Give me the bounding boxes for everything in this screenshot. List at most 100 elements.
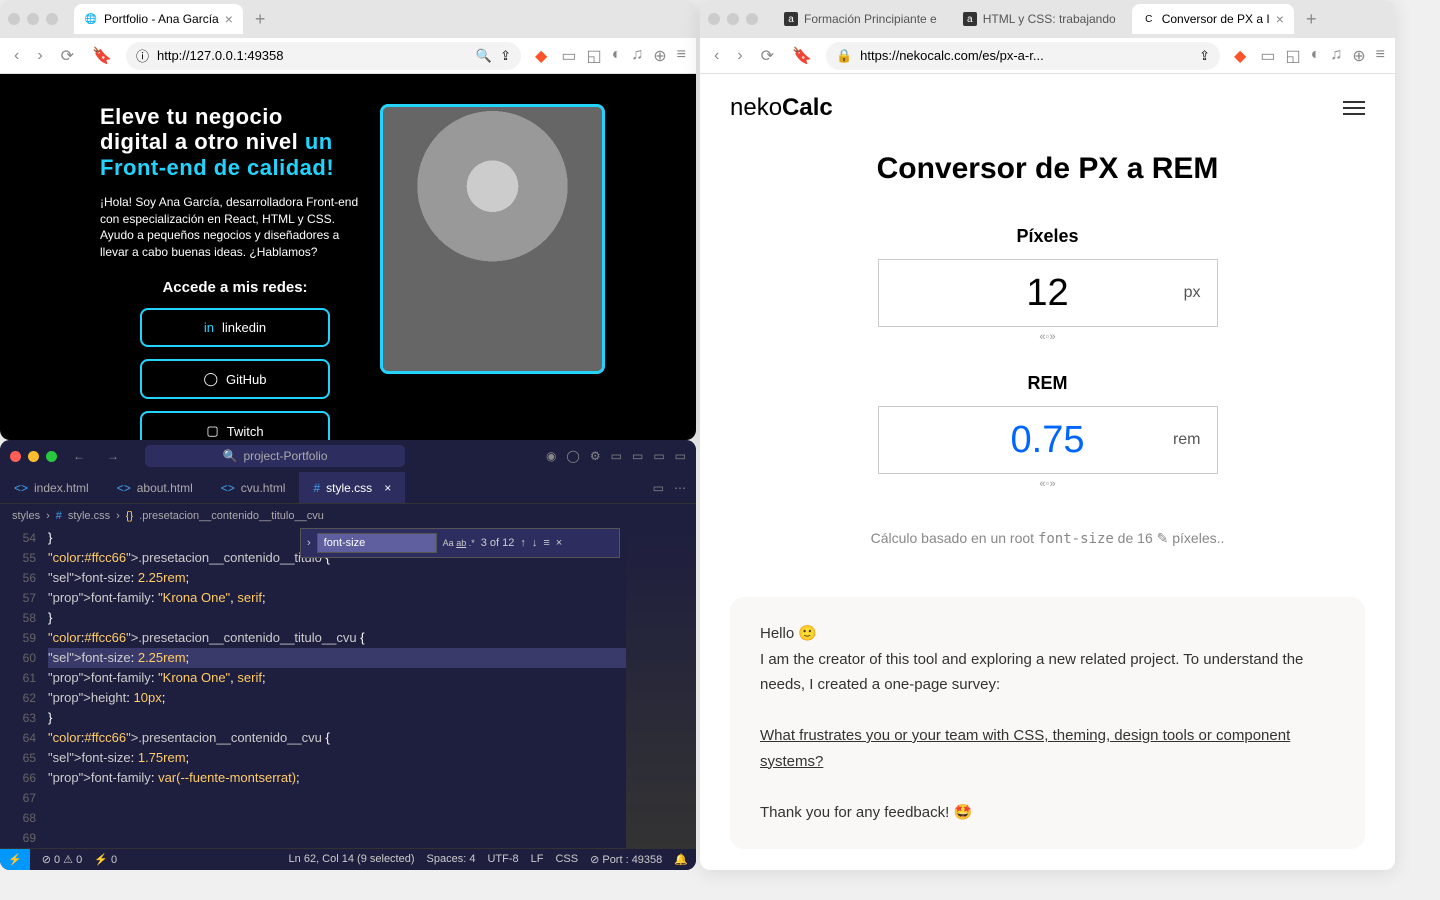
- close-icon[interactable]: [10, 451, 21, 462]
- prev-match-icon[interactable]: ↑: [520, 537, 526, 549]
- music-icon[interactable]: ♫: [1330, 46, 1342, 66]
- split-icon[interactable]: ▭: [653, 481, 664, 495]
- ports[interactable]: ⚡ 0: [94, 853, 117, 866]
- close-find-icon[interactable]: ×: [556, 537, 562, 549]
- layout-icon[interactable]: ▭: [632, 449, 643, 463]
- slider-icon[interactable]: «◦»: [878, 331, 1218, 343]
- tab-cvu[interactable]: <>cvu.html: [207, 472, 300, 503]
- close-tab-icon[interactable]: ×: [1276, 11, 1284, 27]
- share-icon[interactable]: ⇪: [500, 48, 511, 64]
- back-button[interactable]: ‹: [710, 47, 723, 65]
- twitch-button[interactable]: ▢Twitch: [140, 411, 330, 440]
- browser-tab[interactable]: 🌐 Portfolio - Ana García ×: [74, 4, 243, 34]
- wallet-icon[interactable]: ◱: [586, 46, 601, 66]
- maximize-icon[interactable]: [746, 13, 758, 25]
- vpn-icon[interactable]: ◐: [612, 46, 622, 66]
- cursor-position[interactable]: Ln 62, Col 14 (9 selected): [289, 853, 415, 866]
- minimize-icon[interactable]: [27, 13, 39, 25]
- problems[interactable]: ⊘ 0 ⚠ 0: [42, 853, 82, 866]
- sidebar-icon[interactable]: ▭: [561, 46, 576, 66]
- rem-input[interactable]: 0.75 rem: [878, 406, 1218, 474]
- browser-tab[interactable]: aHTML y CSS: trabajando: [953, 4, 1126, 34]
- brave-icon[interactable]: ◆: [531, 46, 551, 66]
- share-icon[interactable]: ⇪: [1199, 48, 1210, 64]
- forward-button[interactable]: ›: [33, 47, 46, 65]
- editor[interactable]: › Aa ab .* 3 of 12 ↑ ↓ ≡ × 5455565758596…: [0, 528, 696, 848]
- reload-button[interactable]: ⟳: [57, 46, 78, 66]
- copilot-icon[interactable]: ◉: [546, 449, 556, 463]
- card-thanks: Thank you for any feedback! 🤩: [760, 800, 1335, 826]
- download-icon[interactable]: ⊕: [653, 46, 666, 66]
- minimize-icon[interactable]: [727, 13, 739, 25]
- close-tab-icon[interactable]: ×: [225, 11, 233, 27]
- gear-icon[interactable]: ⚙: [590, 449, 601, 463]
- command-center[interactable]: 🔍project-Portfolio: [145, 445, 405, 467]
- find-input[interactable]: [317, 533, 437, 553]
- music-icon[interactable]: ♫: [631, 46, 643, 66]
- forward-button[interactable]: →: [107, 449, 119, 463]
- tab-index[interactable]: <>index.html: [0, 472, 103, 503]
- forward-button[interactable]: ›: [733, 47, 746, 65]
- chevron-icon[interactable]: ›: [307, 537, 311, 549]
- linkedin-button[interactable]: inlinkedin: [140, 308, 330, 347]
- survey-link[interactable]: What frustrates you or your team with CS…: [760, 723, 1335, 774]
- maximize-icon[interactable]: [46, 451, 57, 462]
- indentation[interactable]: Spaces: 4: [427, 853, 476, 866]
- title-line2: digital a otro nivel: [100, 129, 305, 154]
- next-match-icon[interactable]: ↓: [532, 537, 538, 549]
- menu-button[interactable]: [1343, 101, 1365, 115]
- close-icon[interactable]: [708, 13, 720, 25]
- url-field[interactable]: ⓘ http://127.0.0.1:49358 🔍 ⇪: [126, 42, 521, 70]
- download-icon[interactable]: ⊕: [1352, 46, 1365, 66]
- search-icon[interactable]: 🔍: [476, 48, 492, 64]
- layout-icon[interactable]: ▭: [675, 449, 686, 463]
- encoding[interactable]: UTF-8: [487, 853, 518, 866]
- logo[interactable]: nekoCalc: [730, 94, 833, 122]
- social-buttons: inlinkedin ◯GitHub ▢Twitch: [100, 308, 370, 431]
- new-tab-button[interactable]: +: [1300, 9, 1323, 30]
- new-tab-button[interactable]: +: [249, 9, 272, 30]
- eol[interactable]: LF: [531, 853, 544, 866]
- close-tab-icon[interactable]: ×: [384, 481, 391, 495]
- note-value[interactable]: 16: [1137, 530, 1153, 546]
- back-button[interactable]: ←: [73, 449, 85, 463]
- url-field[interactable]: 🔒 https://nekocalc.com/es/px-a-r... ⇪: [826, 42, 1220, 70]
- globe-icon: 🌐: [84, 12, 98, 26]
- vpn-icon[interactable]: ◐: [1311, 46, 1321, 66]
- close-icon[interactable]: [8, 13, 20, 25]
- github-button[interactable]: ◯GitHub: [140, 359, 330, 399]
- reload-button[interactable]: ⟳: [757, 46, 778, 66]
- sidebar-icon[interactable]: ▭: [1260, 46, 1275, 66]
- minimap[interactable]: [626, 528, 696, 848]
- account-icon[interactable]: ◯: [566, 449, 579, 463]
- pixels-input[interactable]: 12 px: [878, 259, 1218, 327]
- maximize-icon[interactable]: [46, 13, 58, 25]
- menu-icon[interactable]: ≡: [1376, 46, 1385, 66]
- layout-icon[interactable]: ▭: [653, 449, 664, 463]
- browser-tab[interactable]: aFormación Principiante e: [774, 4, 947, 34]
- bookmark-icon[interactable]: 🔖: [788, 46, 816, 66]
- bookmark-icon[interactable]: 🔖: [88, 46, 116, 66]
- wallet-icon[interactable]: ◱: [1285, 46, 1300, 66]
- minimize-icon[interactable]: [28, 451, 39, 462]
- more-icon[interactable]: ⋯: [674, 481, 686, 495]
- language[interactable]: CSS: [555, 853, 578, 866]
- code-area[interactable]: }"color:#ffcc66">.presetacion__contenido…: [48, 528, 626, 848]
- brave-icon[interactable]: ◆: [1230, 46, 1250, 66]
- remote-button[interactable]: ⚡: [0, 849, 30, 871]
- breadcrumb[interactable]: styles › #style.css › {}.presetacion__co…: [0, 504, 696, 528]
- live-port[interactable]: ⊘ Port : 49358: [590, 853, 662, 866]
- tab-style[interactable]: #style.css×: [299, 472, 405, 503]
- layout-icon[interactable]: ▭: [611, 449, 622, 463]
- browser-tab-active[interactable]: CConversor de PX a I×: [1132, 4, 1294, 34]
- page-title: Conversor de PX a REM: [730, 152, 1365, 186]
- nekocalc-icon: C: [1142, 12, 1156, 26]
- bell-icon[interactable]: 🔔: [674, 853, 688, 866]
- back-button[interactable]: ‹: [10, 47, 23, 65]
- filter-icon[interactable]: ≡: [543, 537, 549, 549]
- slider-icon[interactable]: «◦»: [878, 478, 1218, 490]
- portfolio-description: ¡Hola! Soy Ana García, desarrolladora Fr…: [100, 194, 370, 261]
- menu-icon[interactable]: ≡: [677, 46, 686, 66]
- find-options[interactable]: Aa ab .*: [443, 538, 475, 548]
- tab-about[interactable]: <>about.html: [103, 472, 207, 503]
